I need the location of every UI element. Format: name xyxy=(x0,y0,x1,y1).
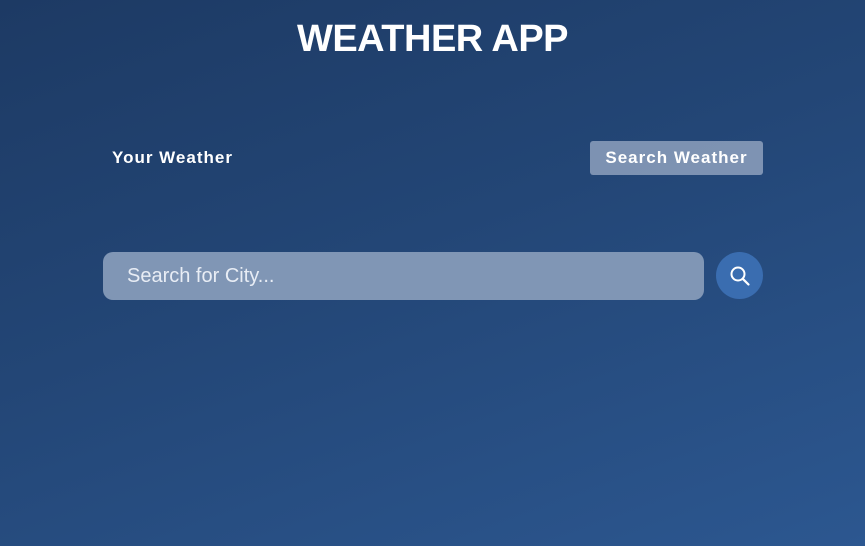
search-icon xyxy=(729,265,751,287)
search-button[interactable] xyxy=(716,252,763,299)
tab-search-weather[interactable]: Search Weather xyxy=(590,141,763,175)
search-input[interactable] xyxy=(103,252,704,300)
page-title: WEATHER APP xyxy=(296,18,569,60)
tab-your-weather[interactable]: Your Weather xyxy=(104,141,241,175)
